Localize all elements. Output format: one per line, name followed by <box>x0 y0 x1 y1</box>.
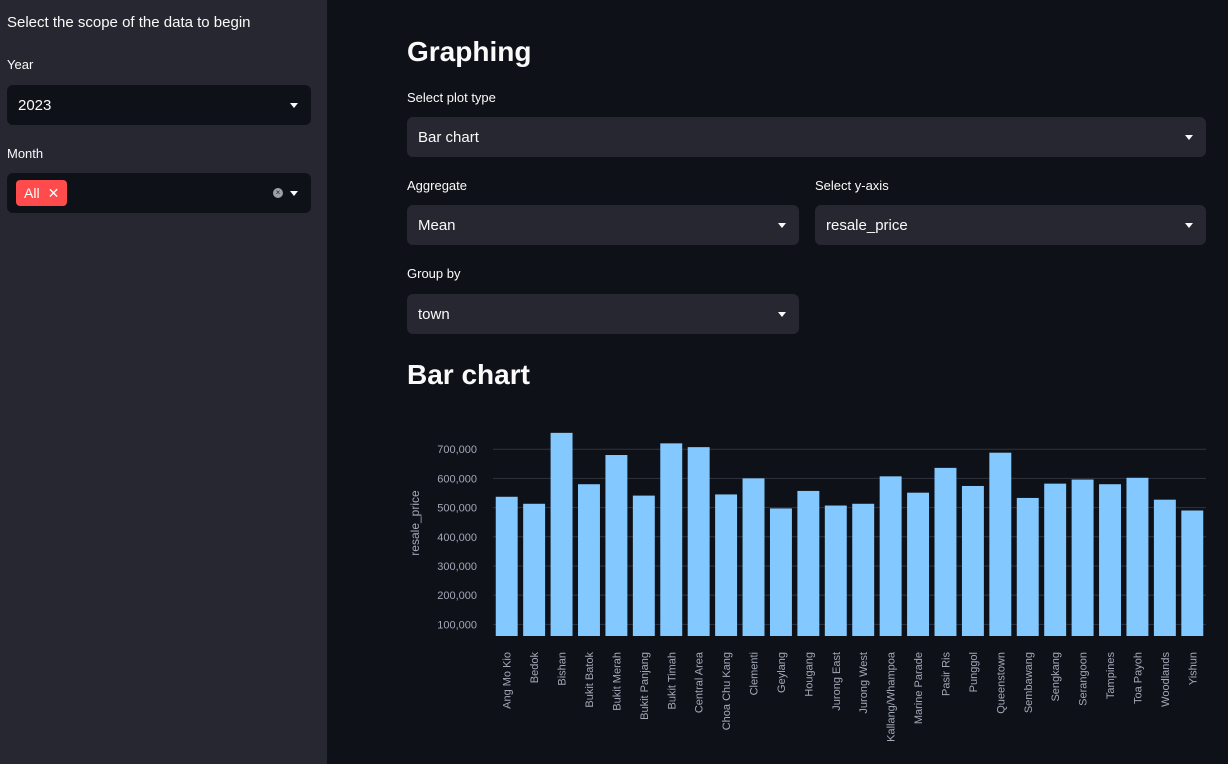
y-tick-label: 100,000 <box>437 619 477 631</box>
bar[interactable] <box>715 494 738 636</box>
bar[interactable] <box>961 485 984 636</box>
plot-type-value: Bar chart <box>418 128 479 146</box>
x-tick-label: Woodlands <box>1160 652 1172 707</box>
bar[interactable] <box>1126 477 1149 636</box>
year-select[interactable]: 2023 <box>7 85 311 125</box>
x-tick-label: Punggol <box>968 652 980 692</box>
x-tick-label: Sembawang <box>1023 652 1035 713</box>
bar[interactable] <box>1181 510 1204 636</box>
x-tick-label: Central Area <box>694 651 706 713</box>
aggregate-select[interactable]: Mean <box>407 205 799 245</box>
clear-icon[interactable]: × <box>273 188 283 198</box>
y-tick-label: 600,000 <box>437 473 477 485</box>
bar-chart[interactable]: 100,000 200,000 300,000 400,000 500,000 600,0… <box>400 410 1215 755</box>
x-tick-label: Bukit Panjang <box>639 652 651 720</box>
y-tick-label: 400,000 <box>437 532 477 544</box>
x-tick-label: Bukit Timah <box>666 652 678 709</box>
bar[interactable] <box>578 484 600 636</box>
chevron-down-icon <box>290 103 298 108</box>
bar[interactable] <box>1099 484 1121 636</box>
x-tick-label: Pasir Ris <box>940 652 952 697</box>
x-tick-label: Marine Parade <box>913 652 925 724</box>
y-tick-label: 700,000 <box>437 444 477 456</box>
bar[interactable] <box>1044 483 1067 636</box>
bar[interactable] <box>660 443 683 636</box>
bar[interactable] <box>797 490 820 636</box>
month-label: Month <box>7 146 44 161</box>
bar[interactable] <box>989 452 1012 636</box>
bar[interactable] <box>632 495 655 636</box>
chart-heading: Bar chart <box>407 359 530 390</box>
year-value: 2023 <box>18 96 52 114</box>
x-tick-label: Bukit Batok <box>584 652 596 708</box>
bar[interactable] <box>687 447 710 636</box>
x-tick-label: Sengkang <box>1050 652 1062 702</box>
plot-type-label: Select plot type <box>407 90 496 105</box>
x-tick-label: Clementi <box>749 652 761 695</box>
year-label: Year <box>7 57 34 72</box>
bar[interactable] <box>852 503 875 636</box>
x-tick-label: Geylang <box>776 652 788 693</box>
tag-label: All <box>24 185 40 201</box>
x-tick-label: Choa Chu Kang <box>721 652 733 730</box>
x-tick-label: Yishun <box>1187 652 1199 685</box>
group-by-value: town <box>418 305 450 323</box>
y-axis-label: resale_price <box>408 490 422 556</box>
bar[interactable] <box>1016 497 1039 636</box>
x-tick-label: Tampines <box>1105 652 1117 700</box>
x-tick-label: Ang Mo Kio <box>502 652 514 709</box>
bar[interactable] <box>907 492 930 636</box>
x-tick-label: Jurong East <box>831 652 843 711</box>
x-tick-label: Bedok <box>529 652 541 684</box>
aggregate-value: Mean <box>418 216 456 234</box>
bar[interactable] <box>605 455 628 636</box>
y-axis-select[interactable]: resale_price <box>815 205 1206 245</box>
close-icon[interactable]: ✕ <box>48 186 60 200</box>
group-by-label: Group by <box>407 266 461 281</box>
bar[interactable] <box>550 432 573 636</box>
bar[interactable] <box>934 467 957 636</box>
x-tick-label: Queenstown <box>995 652 1007 714</box>
bar[interactable] <box>879 476 902 636</box>
x-tick-label: Bishan <box>557 652 569 686</box>
y-tick-label: 300,000 <box>437 561 477 573</box>
bar[interactable] <box>495 496 518 636</box>
x-tick-label: Jurong West <box>858 652 870 714</box>
y-tick-label: 200,000 <box>437 590 477 602</box>
x-tick-label: Serangoon <box>1078 652 1090 706</box>
bar[interactable] <box>1071 479 1094 636</box>
sidebar-heading: Select the scope of the data to begin <box>7 14 251 31</box>
bar[interactable] <box>769 508 792 636</box>
chevron-down-icon <box>290 191 298 196</box>
chevron-down-icon <box>778 223 786 228</box>
chevron-down-icon <box>778 312 786 317</box>
chevron-down-icon <box>1185 223 1193 228</box>
chevron-down-icon <box>1185 135 1193 140</box>
bar[interactable] <box>824 505 847 636</box>
x-tick-label: Hougang <box>803 652 815 697</box>
month-tag-all: All ✕ <box>16 180 68 206</box>
page-title: Graphing <box>407 36 532 67</box>
aggregate-label: Aggregate <box>407 178 467 193</box>
x-tick-label: Kallang/Whampoa <box>886 651 898 742</box>
y-axis-value: resale_price <box>826 216 908 234</box>
group-by-select[interactable]: town <box>407 294 799 334</box>
y-axis-label: Select y-axis <box>815 178 889 193</box>
x-tick-label: Toa Payoh <box>1132 652 1144 704</box>
bar[interactable] <box>1153 499 1176 636</box>
x-tick-label: Bukit Merah <box>611 652 623 711</box>
y-tick-label: 500,000 <box>437 503 477 515</box>
bar[interactable] <box>742 478 765 636</box>
bar[interactable] <box>523 503 546 636</box>
plot-type-select[interactable]: Bar chart <box>407 117 1206 157</box>
sidebar: Select the scope of the data to begin Ye… <box>0 0 327 764</box>
month-multiselect[interactable]: All ✕ × <box>7 173 311 213</box>
